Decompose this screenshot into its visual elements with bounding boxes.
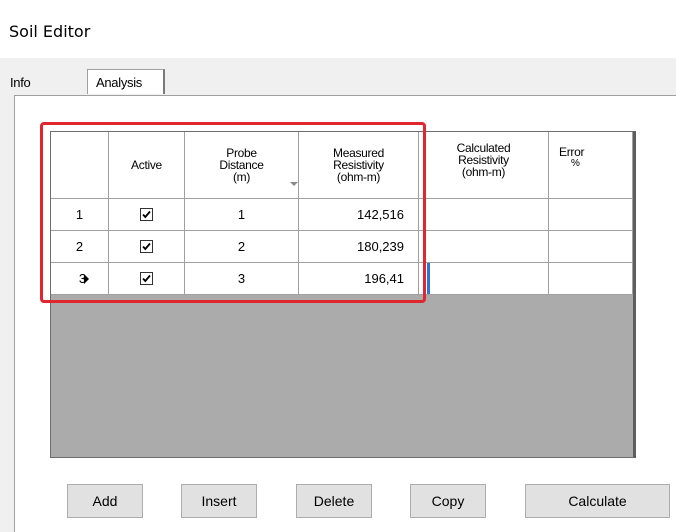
error-cell-3[interactable] <box>549 263 633 295</box>
error-cell-1[interactable] <box>549 199 633 231</box>
delete-button[interactable]: Delete <box>296 484 372 518</box>
header-calculated-line3: (ohm-m) <box>461 165 506 179</box>
add-button[interactable]: Add <box>67 484 143 518</box>
tab-info[interactable]: Info <box>10 75 31 90</box>
header-error[interactable]: Error % <box>549 132 633 199</box>
error-cell-2[interactable] <box>549 231 633 263</box>
insert-button[interactable]: Insert <box>181 484 257 518</box>
title-bar: Soil Editor <box>0 0 676 58</box>
calculated-cell-2[interactable] <box>419 231 549 263</box>
tab-analysis[interactable]: Analysis <box>87 69 165 94</box>
window-title: Soil Editor <box>9 22 91 41</box>
calculate-button[interactable]: Calculate <box>525 484 670 518</box>
cell-focus-indicator <box>427 263 430 294</box>
calculated-cell-3[interactable] <box>419 263 549 295</box>
highlight-annotation-box <box>40 122 426 303</box>
calculated-cell-1[interactable] <box>419 199 549 231</box>
copy-button[interactable]: Copy <box>410 484 486 518</box>
header-error-line1: Error <box>559 145 585 159</box>
header-error-line2: % <box>571 158 580 169</box>
header-calculated-resistivity[interactable]: Calculated Resistivity (ohm-m) <box>419 132 549 199</box>
